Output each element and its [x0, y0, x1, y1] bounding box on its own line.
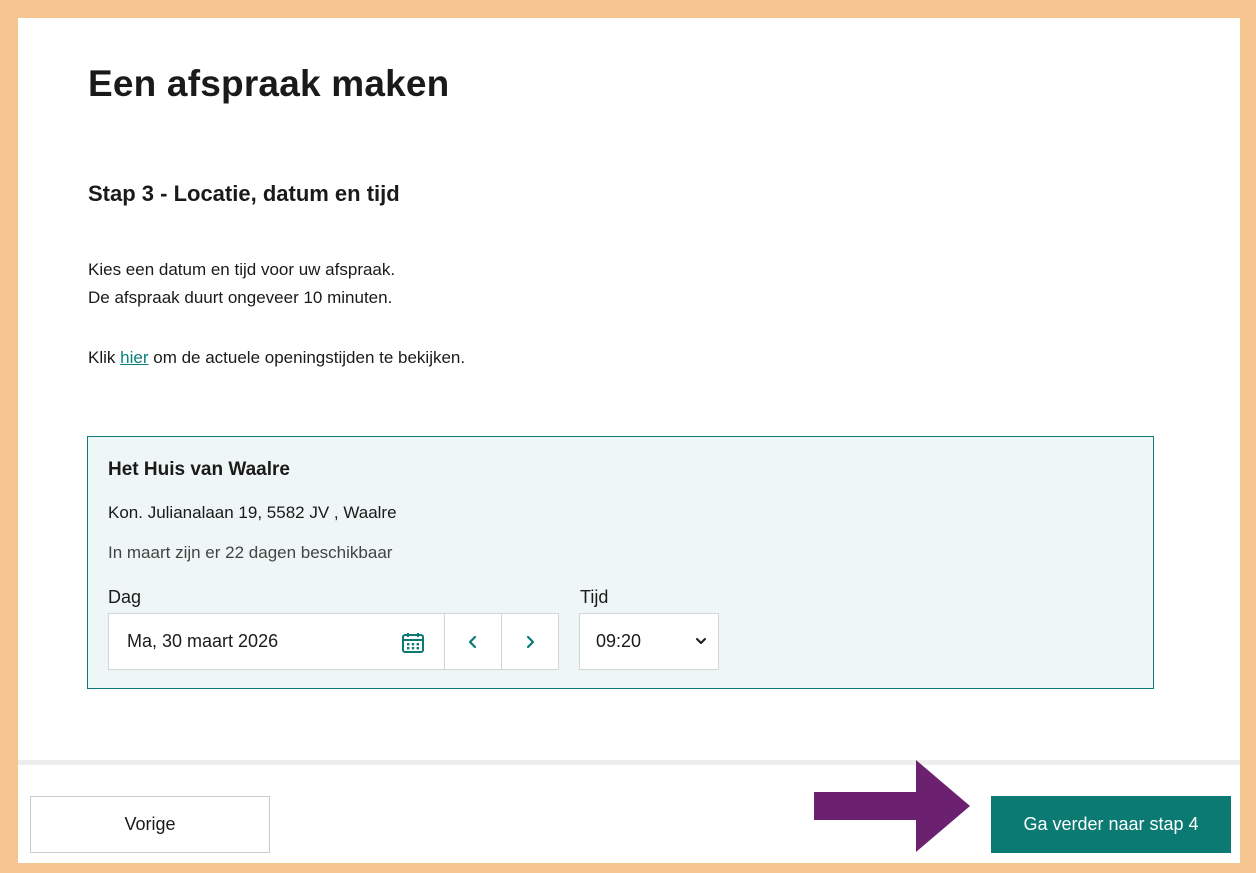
step-title: Stap 3 - Locatie, datum en tijd [88, 181, 400, 206]
availability-text: In maart zijn er 22 dagen beschikbaar [108, 543, 393, 562]
arrow-right-icon [814, 760, 970, 852]
previous-day-button[interactable] [444, 613, 502, 670]
hours-prefix: Klik [88, 348, 116, 367]
location-name: Het Huis van Waalre [108, 459, 290, 480]
intro-line-2: De afspraak duurt ongeveer 10 minuten. [88, 288, 393, 307]
page-frame: Een afspraak maken Stap 3 - Locatie, dat… [18, 18, 1240, 863]
hours-suffix: om de actuele openingstijden te bekijken… [153, 348, 466, 367]
date-value: Ma, 30 maart 2026 [127, 631, 279, 651]
continue-to-step-4-button[interactable]: Ga verder naar stap 4 [991, 796, 1231, 853]
chevron-left-icon [468, 635, 477, 648]
page-title: Een afspraak maken [88, 63, 450, 104]
date-field[interactable]: Ma, 30 maart 2026 [108, 613, 445, 670]
intro-line-1: Kies een datum en tijd voor uw afspraak. [88, 260, 396, 279]
opening-hours-link[interactable]: hier [120, 348, 148, 367]
chevron-right-icon [526, 635, 535, 648]
day-label: Dag [108, 587, 142, 607]
chevron-down-icon [696, 638, 706, 644]
time-select[interactable]: 09:20 [579, 613, 719, 670]
intro-text: Kies een datum en tijd voor uw afspraak.… [88, 256, 395, 312]
calendar-icon[interactable] [401, 631, 425, 655]
location-address: Kon. Julianalaan 19, 5582 JV , Waalre [108, 503, 397, 522]
time-value: 09:20 [596, 631, 642, 651]
next-day-button[interactable] [501, 613, 559, 670]
time-label: Tijd [580, 587, 609, 607]
previous-button[interactable]: Vorige [30, 796, 270, 853]
footer-bar: Vorige Ga verder naar stap 4 [18, 760, 1240, 863]
location-panel: Het Huis van Waalre Kon. Julianalaan 19,… [87, 436, 1154, 689]
opening-hours-text: Klik hier om de actuele openingstijden t… [88, 348, 465, 368]
